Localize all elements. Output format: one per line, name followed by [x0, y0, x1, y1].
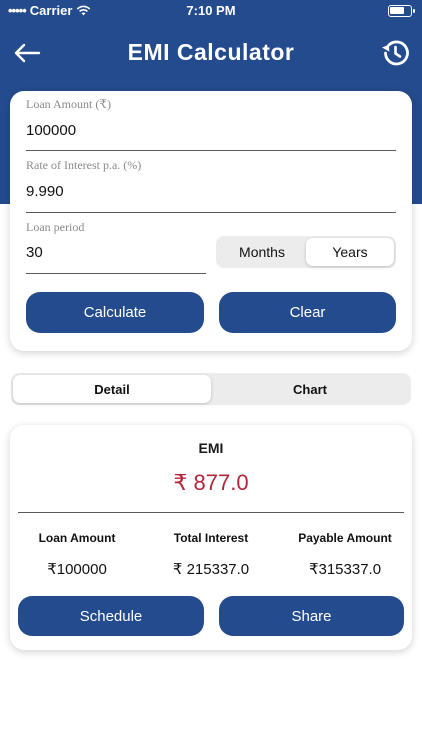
navigation-bar: EMI Calculator [0, 26, 422, 80]
tab-detail[interactable]: Detail [13, 375, 211, 403]
loan-amount-summary-label: Loan Amount [38, 531, 116, 545]
payable-amount-value: ₹315337.0 [308, 561, 382, 578]
emi-value: ₹ 877.0 [173, 470, 249, 495]
schedule-button[interactable]: Schedule [18, 596, 204, 636]
loan-period-input[interactable]: 30 [26, 244, 43, 261]
emi-result-card: EMI ₹ 877.0 Loan Amount ₹100000 Total In… [10, 425, 412, 650]
loan-period-label: Loan period [26, 220, 85, 234]
total-interest-summary: Total Interest ₹ 215337.0 [144, 531, 278, 578]
status-bar: ••••• Carrier 7:10 PM [0, 0, 422, 22]
clear-button[interactable]: Clear [219, 292, 396, 333]
tab-chart[interactable]: Chart [211, 375, 409, 403]
share-button[interactable]: Share [219, 596, 404, 636]
page-title: EMI Calculator [127, 39, 295, 65]
history-button[interactable] [376, 34, 414, 72]
loan-period-underline [26, 273, 206, 274]
history-icon [382, 40, 409, 66]
period-unit-years[interactable]: Years [306, 238, 394, 266]
interest-rate-label: Rate of Interest p.a. (%) [26, 158, 142, 172]
interest-rate-underline [26, 212, 396, 213]
result-divider [18, 512, 404, 513]
status-time: 7:10 PM [186, 3, 236, 18]
payable-amount-label: Payable Amount [298, 531, 392, 545]
result-view-tabs: Detail Chart [11, 373, 411, 405]
battery-icon [388, 5, 415, 17]
interest-rate-input[interactable]: 9.990 [26, 183, 64, 200]
calculate-button[interactable]: Calculate [26, 292, 204, 333]
period-unit-months[interactable]: Months [218, 238, 306, 266]
total-interest-label: Total Interest [173, 531, 249, 545]
loan-input-card: Loan Amount (₹) 100000 Rate of Interest … [10, 91, 412, 351]
payable-amount-summary: Payable Amount ₹315337.0 [278, 531, 412, 578]
loan-amount-underline [26, 150, 396, 151]
loan-amount-label: Loan Amount (₹) [26, 97, 111, 111]
period-unit-toggle: Months Years [216, 236, 396, 268]
emi-label: EMI [198, 440, 224, 456]
total-interest-value: ₹ 215337.0 [172, 561, 250, 578]
loan-amount-summary: Loan Amount ₹100000 [10, 531, 144, 578]
loan-amount-input[interactable]: 100000 [26, 122, 76, 139]
loan-amount-summary-value: ₹100000 [47, 561, 107, 578]
